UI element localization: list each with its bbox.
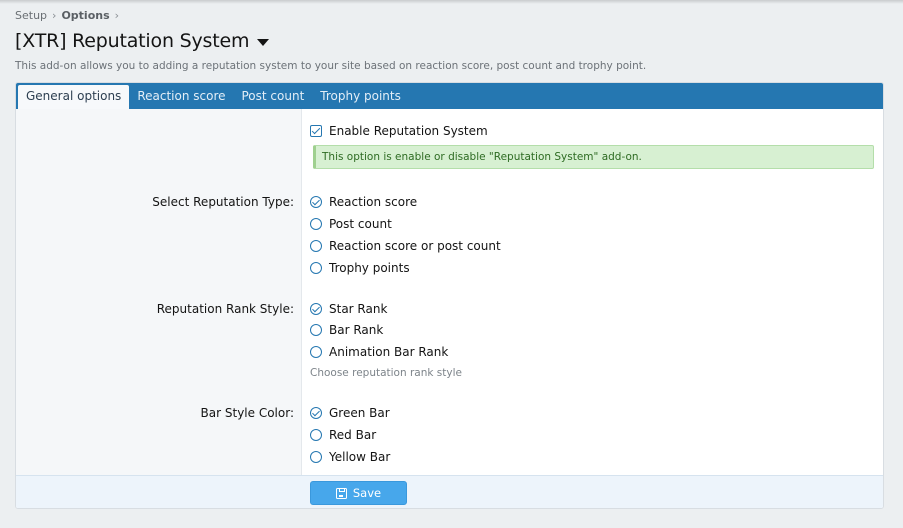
breadcrumb: Setup › Options › [15, 9, 124, 22]
tab-general-options[interactable]: General options [18, 85, 130, 109]
page-title[interactable]: [XTR] Reputation System [15, 30, 270, 52]
chevron-right-icon: › [114, 9, 120, 22]
tab-bar: General options Reaction score Post coun… [16, 83, 883, 109]
radio-yellow-bar[interactable]: Yellow Bar [310, 450, 390, 464]
enable-notice: This option is enable or disable "Reputa… [313, 145, 874, 169]
radio-label: Animation Bar Rank [329, 345, 449, 359]
checkbox-checked-icon[interactable] [310, 125, 322, 137]
radio-label: Red Bar [329, 428, 377, 442]
radio-label: Star Rank [329, 302, 388, 316]
radio-trophy-points[interactable]: Trophy points [310, 261, 410, 275]
radio-reaction-score[interactable]: Reaction score [310, 195, 417, 209]
radio-star-rank[interactable]: Star Rank [310, 302, 387, 316]
tab-post-count[interactable]: Post count [234, 85, 313, 109]
tab-label: Post count [241, 89, 305, 103]
page-description: This add-on allows you to adding a reput… [15, 60, 647, 72]
radio-label: Reaction score or post count [329, 239, 501, 253]
rank-style-label: Reputation Rank Style: [156, 302, 294, 316]
reputation-type-label: Select Reputation Type: [152, 195, 294, 209]
radio-animation-bar-rank[interactable]: Animation Bar Rank [310, 345, 448, 359]
radio-label: Yellow Bar [329, 450, 391, 464]
tab-reaction-score[interactable]: Reaction score [129, 85, 233, 109]
caret-down-icon[interactable] [257, 38, 270, 46]
radio-checked-icon[interactable] [310, 407, 322, 419]
radio-label: Post count [329, 217, 392, 231]
radio-post-count[interactable]: Post count [310, 217, 392, 231]
form-footer: Save [16, 475, 883, 508]
breadcrumb-options[interactable]: Options [61, 9, 109, 22]
radio-checked-icon[interactable] [310, 196, 322, 208]
radio-icon[interactable] [310, 429, 322, 441]
rank-style-hint: Choose reputation rank style [310, 367, 462, 379]
radio-icon[interactable] [310, 324, 322, 336]
radio-label: Green Bar [329, 406, 390, 420]
tab-label: Trophy points [320, 89, 401, 103]
radio-icon[interactable] [310, 346, 322, 358]
options-panel: General options Reaction score Post coun… [15, 82, 884, 509]
radio-red-bar[interactable]: Red Bar [310, 428, 376, 442]
tab-trophy-points[interactable]: Trophy points [312, 85, 409, 109]
enable-reputation-checkbox[interactable]: Enable Reputation System [310, 124, 488, 138]
radio-icon[interactable] [310, 240, 322, 252]
radio-bar-rank[interactable]: Bar Rank [310, 323, 383, 337]
page-title-text: [XTR] Reputation System [15, 30, 250, 52]
bar-color-label: Bar Style Color: [200, 406, 294, 420]
radio-green-bar[interactable]: Green Bar [310, 406, 390, 420]
save-label: Save [352, 486, 382, 500]
label-column [16, 109, 302, 475]
save-button[interactable]: Save [310, 481, 407, 505]
chevron-right-icon: › [52, 9, 57, 22]
radio-label: Bar Rank [329, 323, 384, 337]
breadcrumb-setup[interactable]: Setup [15, 9, 47, 22]
radio-label: Trophy points [329, 261, 410, 275]
radio-icon[interactable] [310, 451, 322, 463]
save-icon [335, 487, 347, 499]
top-shadow [0, 0, 903, 4]
radio-reaction-or-post[interactable]: Reaction score or post count [310, 239, 501, 253]
enable-reputation-label: Enable Reputation System [329, 124, 488, 138]
tab-label: General options [26, 89, 122, 103]
tab-label: Reaction score [137, 89, 226, 103]
radio-icon[interactable] [310, 262, 322, 274]
radio-checked-icon[interactable] [310, 303, 322, 315]
radio-label: Reaction score [329, 195, 418, 209]
radio-icon[interactable] [310, 218, 322, 230]
